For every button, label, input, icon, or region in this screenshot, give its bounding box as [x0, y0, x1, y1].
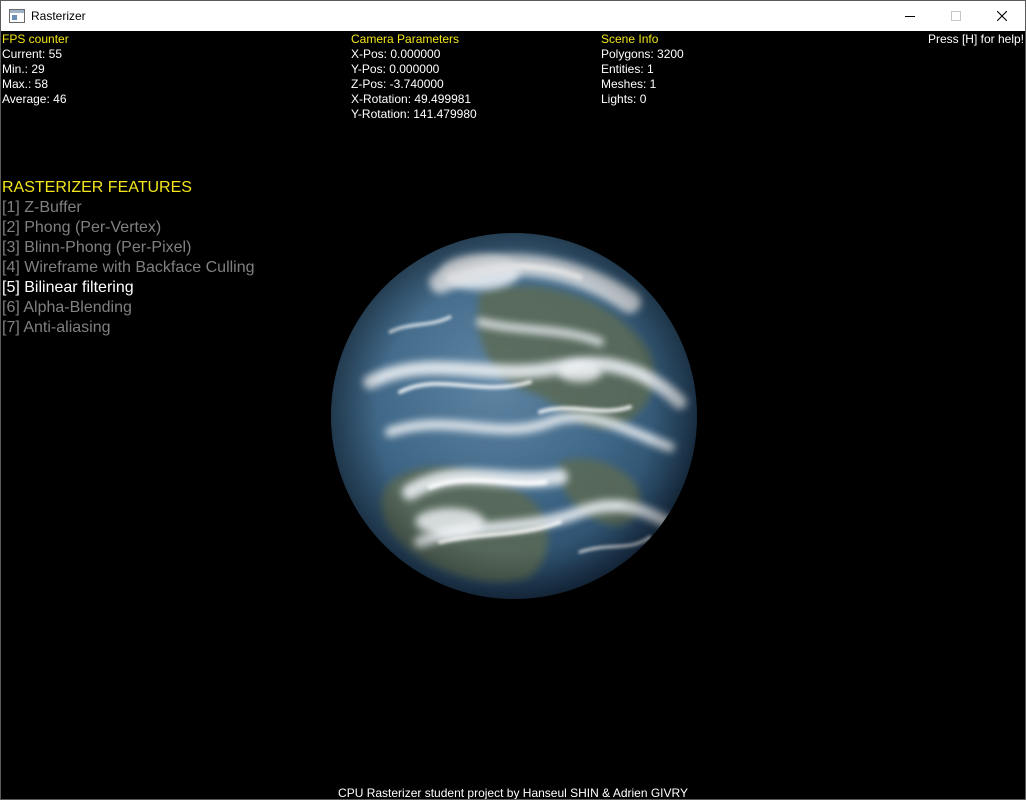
- camera-y-pos: Y-Pos: 0.000000: [351, 62, 440, 76]
- scene-entities: Entities: 1: [601, 62, 654, 76]
- help-hint: Press [H] for help!: [927, 32, 1024, 46]
- maximize-icon: [951, 11, 961, 21]
- feature-anti-aliasing: [7] Anti-aliasing: [2, 319, 111, 336]
- title-bar[interactable]: Rasterizer: [1, 1, 1025, 31]
- close-button[interactable]: [979, 1, 1025, 31]
- scene-meshes: Meshes: 1: [601, 77, 657, 91]
- scene-lights: Lights: 0: [601, 92, 647, 106]
- fps-heading: FPS counter: [2, 32, 69, 46]
- scene-heading: Scene Info: [601, 32, 659, 46]
- scene-info-panel: Scene Info Polygons: 3200 Entities: 1 Me…: [601, 32, 684, 107]
- fps-average: Average: 46: [2, 92, 67, 106]
- feature-blinn-phong: [3] Blinn-Phong (Per-Pixel): [2, 239, 192, 256]
- fps-current: Current: 55: [2, 47, 63, 61]
- rasterizer-features-list: RASTERIZER FEATURES [1] Z-Buffer [2] Pho…: [2, 178, 255, 338]
- features-title: RASTERIZER FEATURES: [2, 179, 192, 196]
- maximize-button[interactable]: [933, 1, 979, 31]
- camera-parameters-panel: Camera Parameters X-Pos: 0.000000 Y-Pos:…: [351, 32, 477, 122]
- camera-y-rotation: Y-Rotation: 141.479980: [351, 107, 477, 121]
- feature-phong: [2] Phong (Per-Vertex): [2, 219, 162, 236]
- camera-x-pos: X-Pos: 0.000000: [351, 47, 441, 61]
- feature-wireframe: [4] Wireframe with Backface Culling: [2, 259, 255, 276]
- fps-counter-panel: FPS counter Current: 55 Min.: 29 Max.: 5…: [2, 32, 69, 107]
- render-viewport[interactable]: FPS counter Current: 55 Min.: 29 Max.: 5…: [1, 31, 1025, 799]
- app-window: Rasterizer FPS counter Current: 55 Min.:…: [0, 0, 1026, 800]
- camera-heading: Camera Parameters: [351, 32, 460, 46]
- feature-alpha-blending: [6] Alpha-Blending: [2, 299, 132, 316]
- feature-bilinear-filtering: [5] Bilinear filtering: [2, 279, 134, 296]
- scene-polygons: Polygons: 3200: [601, 47, 684, 61]
- fps-max: Max.: 58: [2, 77, 49, 91]
- minimize-icon: [905, 16, 915, 17]
- feature-z-buffer: [1] Z-Buffer: [2, 199, 82, 216]
- app-window-icon: [9, 9, 25, 23]
- camera-z-pos: Z-Pos: -3.740000: [351, 77, 444, 91]
- close-icon: [997, 11, 1007, 21]
- earth-globe: [331, 233, 697, 599]
- minimize-button[interactable]: [887, 1, 933, 31]
- camera-x-rotation: X-Rotation: 49.499981: [351, 92, 472, 106]
- window-title: Rasterizer: [31, 9, 86, 23]
- fps-min: Min.: 29: [2, 62, 45, 76]
- credits-footer: CPU Rasterizer student project by Hanseu…: [338, 786, 688, 799]
